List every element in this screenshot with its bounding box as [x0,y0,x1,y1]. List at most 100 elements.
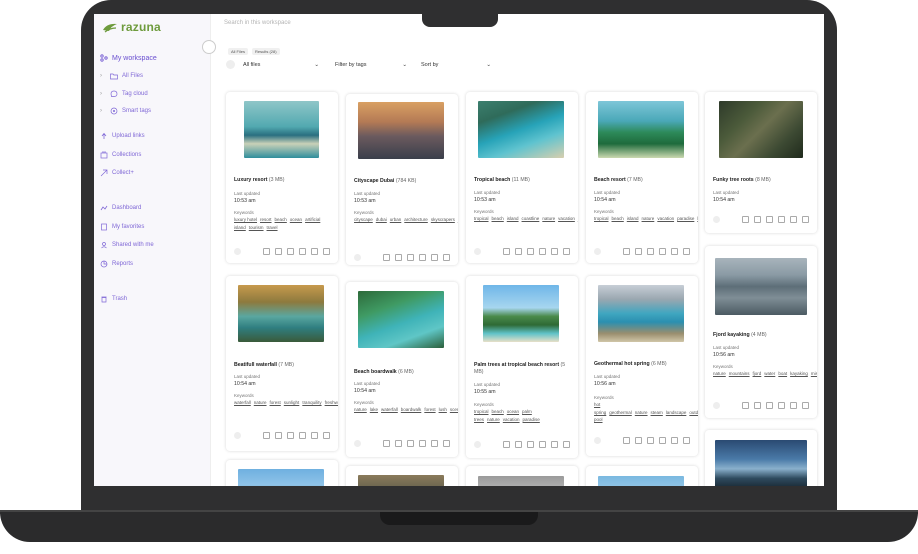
preview-icon[interactable] [323,431,330,439]
card-select-checkbox[interactable] [594,436,601,444]
copy-icon[interactable] [419,253,426,261]
asset-title[interactable]: Fjord kayaking (4 MB) [713,332,767,338]
keyword-tag[interactable]: outdoors [689,410,698,415]
keyword-tag[interactable]: luxury hotel [234,217,257,222]
keyword-tag[interactable]: nature [354,407,367,412]
download-icon[interactable] [527,440,534,448]
keyword-tag[interactable]: paradise [677,216,694,221]
asset-card[interactable]: Palm trees at tropical beach resort (5 M… [466,276,578,458]
preview-icon[interactable] [802,401,809,409]
asset-title[interactable]: Beatifull waterfall (7 MB) [234,362,294,368]
keyword-tag[interactable]: coastline [522,216,540,221]
chevron-right-icon[interactable]: › [100,91,106,97]
asset-card[interactable]: Beatifull waterfall (7 MB) Last updated … [226,276,338,451]
keyword-tag[interactable]: vacation [503,417,520,422]
preview-icon[interactable] [802,215,809,223]
copy-icon[interactable] [299,247,306,255]
asset-card[interactable] [466,466,578,486]
asset-thumbnail[interactable] [483,285,559,342]
bookmark-icon[interactable] [515,440,522,448]
keyword-tag[interactable]: hot spring [594,402,606,415]
download-icon[interactable] [647,247,654,255]
share-icon[interactable] [551,440,558,448]
asset-thumbnail[interactable] [598,285,684,342]
download-icon[interactable] [647,436,654,444]
keyword-tag[interactable]: waterfall [234,400,251,405]
asset-title[interactable]: Geothermal hot spring (6 MB) [594,361,667,367]
bookmark-icon[interactable] [275,247,282,255]
asset-title[interactable]: Palm trees at tropical beach resort (5 M… [474,362,570,376]
card-select-checkbox[interactable] [234,247,241,255]
asset-thumbnail[interactable] [358,102,444,159]
bookmark-icon[interactable] [754,401,761,409]
card-select-checkbox[interactable] [713,401,720,409]
copy-icon[interactable] [299,431,306,439]
sidebar-item-trash[interactable]: Trash [100,295,127,303]
asset-card[interactable]: Luxury resort (3 MB) Last updated 10:53 … [226,92,338,263]
bookmark-icon[interactable] [635,436,642,444]
sidebar-item-my-favorites[interactable]: My favorites [100,223,144,231]
card-select-checkbox[interactable] [354,439,361,447]
scope-dropdown[interactable]: All files ⌄ [243,62,319,68]
keyword-tag[interactable]: tropical [474,216,489,221]
sidebar-item-upload-links[interactable]: Upload links [100,132,145,140]
sidebar-item-my-workspace[interactable]: My workspace [100,54,157,62]
edit-icon[interactable] [263,431,270,439]
keyword-tag[interactable]: nature [542,216,555,221]
edit-icon[interactable] [742,401,749,409]
tag-filter-dropdown[interactable]: Filter by tags ⌄ [335,62,407,68]
preview-icon[interactable] [683,247,690,255]
copy-icon[interactable] [419,439,426,447]
keyword-tag[interactable]: tropical [594,216,609,221]
copy-icon[interactable] [539,440,546,448]
keyword-tag[interactable]: nature [713,371,726,376]
keyword-tag[interactable]: tranquility [302,400,321,405]
keyword-tag[interactable]: forest [424,407,435,412]
sidebar-item-tag-cloud[interactable]: › Tag cloud [100,90,148,98]
keyword-tag[interactable]: nature [635,410,648,415]
edit-icon[interactable] [383,439,390,447]
download-icon[interactable] [527,247,534,255]
keyword-tag[interactable]: lake [370,407,378,412]
keyword-tag[interactable]: bridge [697,216,698,221]
sidebar-item-dashboard[interactable]: Dashboard [100,204,141,212]
asset-thumbnail[interactable] [715,258,807,315]
keyword-tag[interactable]: lush [439,407,447,412]
asset-card[interactable]: Beach boardwalk (6 MB) Last updated 10:5… [346,282,458,457]
bookmark-icon[interactable] [395,439,402,447]
search-input[interactable]: Search in this workspace [224,20,291,26]
sidebar-item-collect-plus[interactable]: Collect+ [100,169,134,177]
chevron-right-icon[interactable]: › [100,73,106,79]
keyword-tag[interactable]: mist [811,371,817,376]
card-select-checkbox[interactable] [713,215,720,223]
asset-thumbnail[interactable] [598,476,684,486]
keyword-tag[interactable]: fjord [753,371,762,376]
asset-card[interactable]: Cityscape Dubai (784 KB) Last updated 10… [346,94,458,265]
keyword-tag[interactable]: forest [270,400,281,405]
keyword-tag[interactable]: steam [651,410,663,415]
asset-title[interactable]: Beach resort (7 MB) [594,177,643,183]
download-icon[interactable] [407,439,414,447]
copy-icon[interactable] [778,215,785,223]
share-icon[interactable] [790,215,797,223]
copy-icon[interactable] [659,436,666,444]
share-icon[interactable] [431,439,438,447]
asset-thumbnail[interactable] [598,101,684,158]
select-all-checkbox[interactable] [226,60,235,69]
bookmark-icon[interactable] [395,253,402,261]
copy-icon[interactable] [659,247,666,255]
share-icon[interactable] [311,247,318,255]
sidebar-collapse-button[interactable] [202,40,216,54]
keyword-tag[interactable]: scenic [450,407,458,412]
asset-thumbnail[interactable] [238,285,324,342]
keyword-tag[interactable]: ocean [507,409,519,414]
edit-icon[interactable] [263,247,270,255]
keyword-tag[interactable]: ocean [290,217,302,222]
preview-icon[interactable] [563,440,570,448]
share-icon[interactable] [431,253,438,261]
preview-icon[interactable] [683,436,690,444]
preview-icon[interactable] [323,247,330,255]
asset-card[interactable]: Fjord kayaking (4 MB) Last updated 10:56… [705,246,817,418]
keyword-tag[interactable]: island [627,216,639,221]
keyword-tag[interactable]: boardwalk [401,407,422,412]
